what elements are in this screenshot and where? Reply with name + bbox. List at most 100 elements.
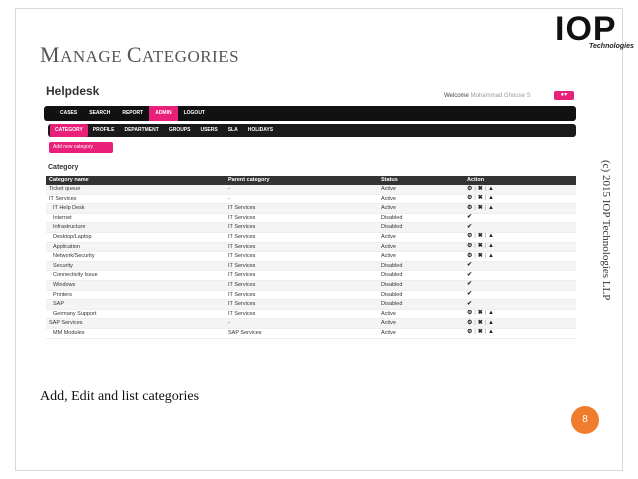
action-separator: | xyxy=(474,252,476,259)
parent-category: IT Services xyxy=(228,253,256,260)
action-separator: | xyxy=(484,319,487,326)
add-category-button[interactable]: Add new category xyxy=(49,142,113,153)
user-icon[interactable]: ▲ xyxy=(488,310,494,319)
close-icon[interactable]: ✖ xyxy=(478,310,483,319)
status-text: Active xyxy=(381,243,396,250)
gear-icon[interactable]: ⚙ xyxy=(467,185,472,194)
user-icon[interactable]: ▲ xyxy=(488,243,494,252)
close-icon[interactable]: ✖ xyxy=(478,252,483,261)
parent-category: IT Services xyxy=(228,272,256,279)
logo-letters: IOP xyxy=(555,10,617,48)
close-icon[interactable]: ✖ xyxy=(478,233,483,242)
admin-subnav: CATEGORY PROFILE DEPARTMENT GROUPS USERS… xyxy=(48,124,576,137)
action-separator: | xyxy=(484,195,487,202)
status-text: Active xyxy=(381,329,396,336)
status-text: Disabled xyxy=(381,301,403,308)
action-separator: | xyxy=(474,204,476,211)
nav-search[interactable]: SEARCH xyxy=(83,106,116,121)
gear-icon[interactable]: ⚙ xyxy=(467,195,472,204)
row-actions: ⚙ | ✖ | ▲ xyxy=(467,204,576,213)
close-icon[interactable]: ✖ xyxy=(478,204,483,213)
category-name: Application xyxy=(53,243,80,250)
status-text: Disabled xyxy=(381,262,403,269)
check-icon[interactable]: ✔ xyxy=(467,214,472,223)
gear-icon[interactable]: ⚙ xyxy=(467,252,472,261)
nav-admin[interactable]: ADMIN xyxy=(149,106,178,121)
action-separator: | xyxy=(474,233,476,240)
tab-users[interactable]: USERS xyxy=(195,124,222,137)
row-actions: ⚙ | ✖ | ▲ xyxy=(467,310,576,319)
row-actions: ⚙ | ✖ | ▲ xyxy=(467,233,576,242)
welcome-text: Welcome Mohammad Ghouse S xyxy=(444,93,531,99)
user-icon[interactable]: ▲ xyxy=(488,204,494,213)
category-name: Printers xyxy=(53,291,72,298)
gear-icon[interactable]: ⚙ xyxy=(467,233,472,242)
category-name: Internet xyxy=(53,214,72,221)
tab-sla[interactable]: SLA xyxy=(223,124,243,137)
row-actions: ✔ xyxy=(467,291,576,300)
parent-category: IT Services xyxy=(228,233,256,240)
table-row: Connectivity Issue IT Services Disabled ✔ xyxy=(46,271,576,281)
check-icon[interactable]: ✔ xyxy=(467,262,472,271)
gear-icon[interactable]: ⚙ xyxy=(467,243,472,252)
tab-category[interactable]: CATEGORY xyxy=(50,124,88,137)
category-name: Germany Support xyxy=(53,310,97,317)
tab-holidays[interactable]: HOLIDAYS xyxy=(243,124,278,137)
main-nav: CASES SEARCH REPORT ADMIN LOGOUT xyxy=(44,106,576,121)
category-name: Connectivity Issue xyxy=(53,272,98,279)
close-icon[interactable]: ✖ xyxy=(478,195,483,204)
gear-icon[interactable]: ⚙ xyxy=(467,329,472,338)
user-icon[interactable]: ▲ xyxy=(488,195,494,204)
close-icon[interactable]: ✖ xyxy=(478,329,483,338)
parent-category: SAP Services xyxy=(228,329,262,336)
close-icon[interactable]: ✖ xyxy=(478,319,483,328)
gear-icon[interactable]: ⚙ xyxy=(467,310,472,319)
category-name: Security xyxy=(53,262,73,269)
app-title: Helpdesk xyxy=(46,84,100,98)
row-actions: ⚙ | ✖ | ▲ xyxy=(467,252,576,261)
status-text: Active xyxy=(381,195,396,202)
close-icon[interactable]: ✖ xyxy=(478,185,483,194)
table-row: Application IT Services Active ⚙ | ✖ | ▲ xyxy=(46,242,576,253)
row-actions: ✔ xyxy=(467,223,576,232)
tab-department[interactable]: DEPARTMENT xyxy=(119,124,163,137)
parent-category: - xyxy=(228,195,230,202)
check-icon[interactable]: ✔ xyxy=(467,281,472,290)
check-icon[interactable]: ✔ xyxy=(467,271,472,280)
status-text: Active xyxy=(381,205,396,212)
tab-groups[interactable]: GROUPS xyxy=(164,124,196,137)
user-icon[interactable]: ▲ xyxy=(488,233,494,242)
app-screenshot: Helpdesk Welcome Mohammad Ghouse S ●▾ CA… xyxy=(42,82,578,350)
nav-cases[interactable]: CASES xyxy=(54,106,83,121)
status-text: Disabled xyxy=(381,224,403,231)
row-actions: ✔ xyxy=(467,300,576,309)
table-row: MM Modules SAP Services Active ⚙ | ✖ | ▲ xyxy=(46,329,576,339)
category-name: Ticket queue xyxy=(49,186,81,192)
nav-report[interactable]: REPORT xyxy=(116,106,149,121)
user-icon[interactable]: ▲ xyxy=(488,329,494,338)
parent-category: IT Services xyxy=(228,291,256,298)
table-row: IT Help Desk IT Services Active ⚙ | ✖ | ▲ xyxy=(46,204,576,214)
parent-category: - xyxy=(228,320,230,327)
gear-icon[interactable]: ⚙ xyxy=(467,319,472,328)
row-actions: ⚙ | ✖ | ▲ xyxy=(467,243,576,252)
user-icon[interactable]: ▲ xyxy=(488,252,494,261)
action-separator: | xyxy=(474,195,476,202)
close-icon[interactable]: ✖ xyxy=(478,243,483,252)
status-text: Disabled xyxy=(381,272,403,279)
table-row: Infrastructure IT Services Disabled ✔ xyxy=(46,223,576,233)
action-separator: | xyxy=(484,252,487,259)
nav-logout[interactable]: LOGOUT xyxy=(178,106,211,121)
user-icon[interactable]: ▲ xyxy=(488,185,494,194)
header-status: Status xyxy=(381,177,398,183)
gear-icon[interactable]: ⚙ xyxy=(467,204,472,213)
check-icon[interactable]: ✔ xyxy=(467,291,472,300)
action-separator: | xyxy=(484,185,487,192)
tab-profile[interactable]: PROFILE xyxy=(88,124,120,137)
check-icon[interactable]: ✔ xyxy=(467,223,472,232)
table-row: Network/Security IT Services Active ⚙ | ✖ | ▲ xyxy=(46,252,576,262)
user-icon[interactable]: ▲ xyxy=(488,319,494,328)
check-icon[interactable]: ✔ xyxy=(467,300,472,309)
user-menu-button[interactable]: ●▾ xyxy=(554,91,574,100)
category-name: Infrastructure xyxy=(53,224,86,231)
